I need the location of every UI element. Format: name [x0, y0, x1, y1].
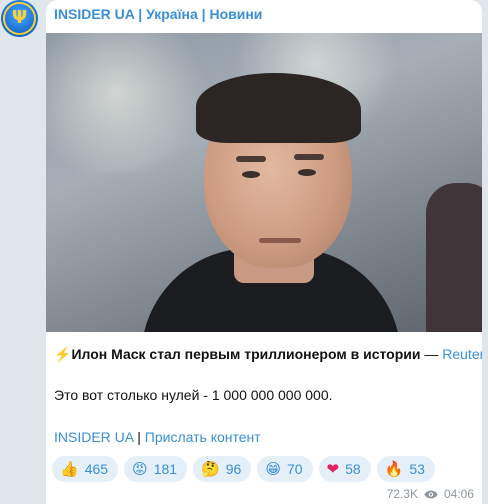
message-time: 04:06 [443, 487, 474, 501]
trident-icon: Ψ [11, 7, 28, 28]
reaction-count: 465 [84, 461, 109, 477]
reaction-thinking[interactable]: 🤔 96 [193, 456, 252, 482]
headline-separator: — [420, 346, 443, 362]
thumbs-up-icon: 👍 [60, 460, 79, 478]
reaction-angry[interactable]: 😡 181 [124, 456, 188, 482]
post-headline: Илон Маск стал первым триллионером в ист… [71, 346, 421, 362]
photo-mouth [259, 238, 301, 243]
photo-background-person [426, 183, 482, 332]
message-meta: 72.3K 04:06 [387, 487, 474, 501]
reaction-count: 96 [225, 461, 242, 477]
submit-content-link[interactable]: Прислать контент [145, 429, 261, 445]
channel-link[interactable]: INSIDER UA [54, 429, 133, 445]
reaction-count: 58 [345, 461, 361, 477]
thinking-face-icon: 🤔 [201, 460, 220, 478]
heart-icon: ❤ [326, 460, 340, 478]
fire-icon: 🔥 [384, 460, 404, 478]
grinning-face-icon: 😁 [265, 460, 281, 478]
post-photo[interactable] [46, 33, 482, 332]
photo-brow [294, 154, 324, 160]
channel-name[interactable]: INSIDER UA | Україна | Новини [54, 6, 262, 22]
photo-brow [236, 156, 266, 162]
photo-eye [298, 169, 316, 176]
source-link[interactable]: Reuters [442, 346, 482, 362]
reactions-bar: 👍 465 😡 181 🤔 96 😁 70 ❤ 58 🔥 53 [52, 456, 435, 482]
angry-face-icon: 😡 [132, 460, 148, 478]
reaction-fire[interactable]: 🔥 53 [376, 456, 435, 482]
reaction-thumbs-up[interactable]: 👍 465 [52, 456, 119, 482]
reaction-grin[interactable]: 😁 70 [257, 456, 313, 482]
view-count: 72.3K [386, 487, 418, 501]
footer-separator: | [133, 429, 145, 445]
photo-hair [196, 73, 361, 143]
photo-background-light [46, 33, 216, 173]
message-bubble: INSIDER UA | Україна | Новини ⚡Илон Маск… [46, 0, 482, 504]
reaction-count: 70 [286, 461, 303, 477]
lightning-icon: ⚡ [54, 346, 72, 362]
post-headline-line: ⚡Илон Маск стал первым триллионером в ис… [54, 345, 482, 363]
post-footer: INSIDER UA | Прислать контент [54, 429, 261, 445]
photo-eye [242, 171, 260, 178]
post-body: Это вот столько нулей - 1 000 000 000 00… [54, 387, 333, 403]
channel-avatar[interactable]: Ψ [1, 0, 38, 37]
eye-icon [424, 490, 438, 498]
reaction-heart[interactable]: ❤ 58 [318, 456, 371, 482]
reaction-count: 181 [153, 461, 178, 477]
reaction-count: 53 [409, 461, 425, 477]
